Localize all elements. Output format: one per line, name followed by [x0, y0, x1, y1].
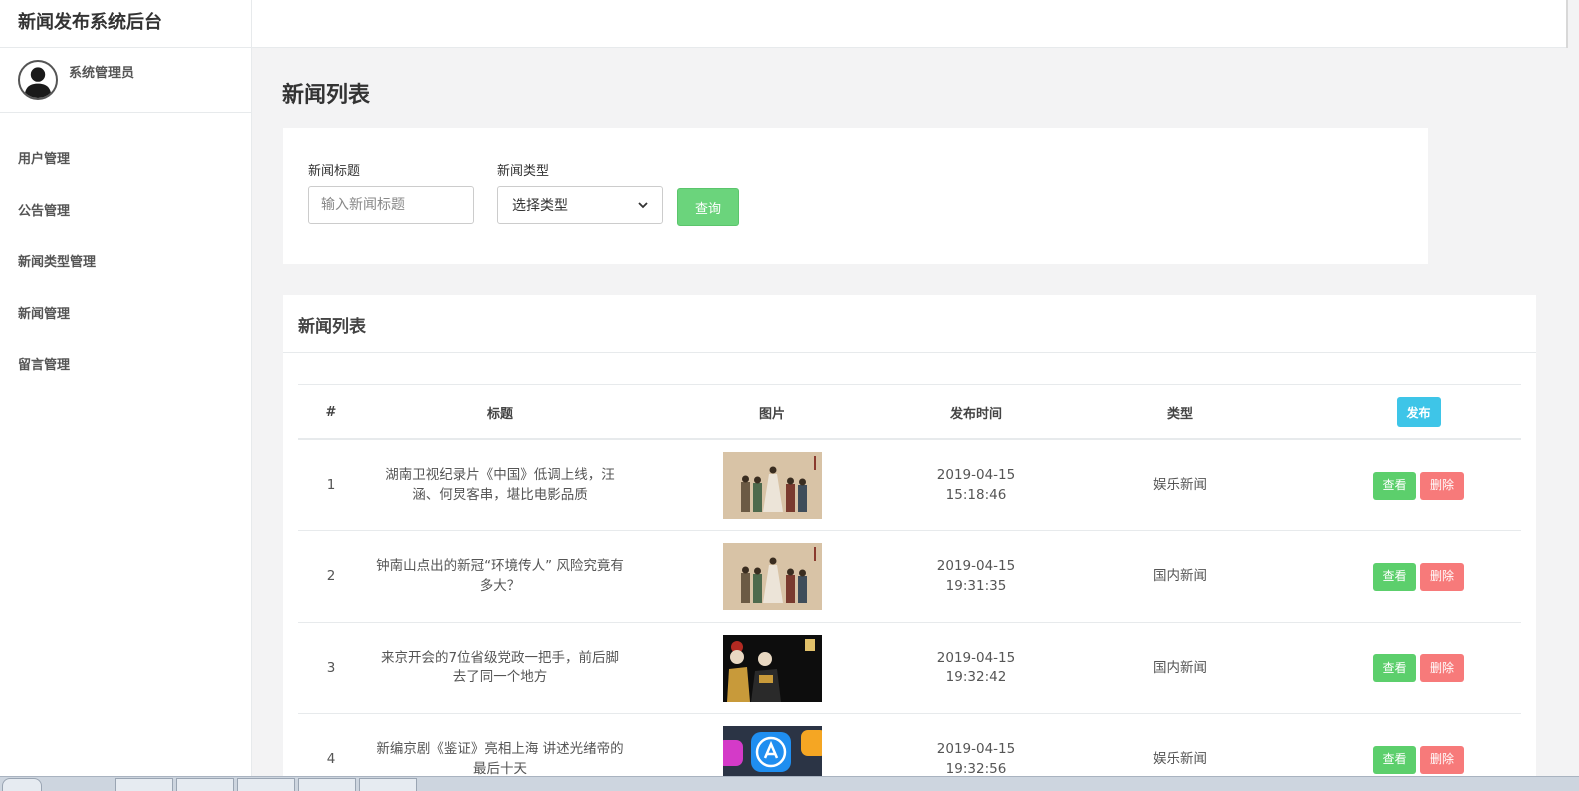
column-header-type: 类型 [1166, 406, 1193, 422]
os-taskbar [0, 776, 1579, 791]
painting-figures-thumbnail [722, 543, 822, 611]
painting-figures-thumbnail [722, 452, 822, 519]
row-time: 2019-04-15 19:31:35 [908, 531, 1044, 622]
row-title-text: 钟南山点出的新冠“环境传人” 风险究竟有多大？ [376, 558, 624, 594]
row-time: 2019-04-15 15:18:46 [908, 440, 1044, 531]
row-clock: 15:18:46 [945, 486, 1007, 503]
column-header-index: # [325, 404, 337, 420]
list-header: 新闻列表 [283, 295, 1536, 353]
news-title-input[interactable] [308, 186, 474, 224]
publish-button[interactable]: 发布 [1396, 397, 1441, 427]
row-actions: 查看 删除 [1316, 623, 1521, 714]
page-title: 新闻列表 [282, 83, 371, 108]
row-time: 2019-04-15 19:32:42 [908, 623, 1044, 714]
news-type-select[interactable]: 选择类型 [497, 186, 663, 224]
view-button[interactable]: 查看 [1373, 745, 1416, 774]
taskbar-app[interactable] [176, 778, 234, 791]
row-title-text: 新编京剧《鉴证》亮相上海 讲述光绪帝的最后十天 [376, 741, 624, 777]
news-title-label: 新闻标题 [308, 164, 361, 179]
sidebar-item-notices[interactable]: 公告管理 [0, 187, 251, 239]
sidebar: 新闻发布系统后台 系统管理员 用户管理 公告管理 新闻类型管理 新闻管理 留言管… [0, 0, 252, 791]
start-button[interactable] [2, 778, 42, 791]
row-date: 2019-04-15 [936, 741, 1016, 758]
view-button[interactable]: 查看 [1373, 471, 1416, 500]
query-button[interactable]: 查询 [677, 188, 739, 226]
avatar-icon[interactable] [18, 60, 58, 100]
row-date: 2019-04-15 [936, 649, 1016, 666]
delete-button[interactable]: 删除 [1420, 654, 1464, 683]
row-date: 2019-04-15 [936, 558, 1016, 575]
column-header-image: 图片 [758, 406, 785, 422]
news-list-panel: 新闻列表 # 标题 图片 发布时间 类型 发布 1 湖南卫视纪录片《中国》低调上… [283, 295, 1536, 791]
sidebar-item-news-types[interactable]: 新闻类型管理 [0, 238, 251, 290]
row-index: 3 [326, 659, 336, 676]
table-header: # 标题 图片 发布时间 类型 发布 [298, 384, 1521, 440]
row-type: 国内新闻 [1153, 659, 1207, 676]
row-actions: 查看 删除 [1316, 440, 1521, 531]
table-row: 1 湖南卫视纪录片《中国》低调上线，汪涵、何炅客串，堪比电影品质 2019-04… [298, 440, 1521, 532]
row-clock: 19:32:42 [945, 669, 1007, 686]
taskbar-app[interactable] [115, 778, 173, 791]
table-row: 3 来京开会的7位省级党政一把手，前后脚去了同一个地方 2019-04-15 19… [298, 623, 1521, 715]
row-clock: 19:31:35 [945, 577, 1007, 594]
news-type-label: 新闻类型 [497, 164, 550, 179]
row-title-text: 湖南卫视纪录片《中国》低调上线，汪涵、何炅客串，堪比电影品质 [385, 466, 615, 503]
delete-button[interactable]: 删除 [1420, 745, 1464, 774]
table-row: 2 钟南山点出的新冠“环境传人” 风险究竟有多大？ 2019-04-15 19:… [298, 531, 1521, 623]
news-table: # 标题 图片 发布时间 类型 发布 1 湖南卫视纪录片《中国》低调上线，汪涵、… [298, 384, 1521, 791]
sidebar-item-news[interactable]: 新闻管理 [0, 290, 251, 342]
sidebar-nav: 用户管理 公告管理 新闻类型管理 新闻管理 留言管理 [0, 113, 251, 393]
row-title: 钟南山点出的新冠“环境传人” 风险究竟有多大？ [364, 531, 636, 622]
view-button[interactable]: 查看 [1373, 562, 1416, 591]
row-index: 1 [326, 476, 336, 493]
top-bar [252, 0, 1566, 48]
row-title: 来京开会的7位省级党政一把手，前后脚去了同一个地方 [364, 623, 636, 714]
delete-button[interactable]: 删除 [1420, 471, 1464, 500]
sidebar-item-users[interactable]: 用户管理 [0, 135, 251, 187]
row-index: 2 [326, 568, 336, 585]
row-date: 2019-04-15 [936, 466, 1016, 483]
taskbar-app[interactable] [237, 778, 295, 791]
delete-button[interactable]: 删除 [1420, 562, 1464, 591]
user-profile: 系统管理员 [0, 48, 251, 113]
row-title: 湖南卫视纪录片《中国》低调上线，汪涵、何炅客串，堪比电影品质 [364, 440, 636, 531]
column-header-time: 发布时间 [949, 406, 1002, 422]
row-title-text: 来京开会的7位省级党政一把手，前后脚去了同一个地方 [380, 649, 620, 686]
row-image [636, 440, 908, 531]
row-image [636, 531, 908, 622]
view-button[interactable]: 查看 [1373, 654, 1416, 683]
row-type: 娱乐新闻 [1153, 476, 1207, 493]
row-image [636, 623, 908, 714]
search-panel: 新闻标题 新闻类型 选择类型 查询 [283, 128, 1428, 264]
chevron-down-icon [638, 197, 648, 213]
taskbar-app[interactable] [359, 778, 417, 791]
taskbar-app[interactable] [298, 778, 356, 791]
sidebar-item-messages[interactable]: 留言管理 [0, 341, 251, 393]
news-type-selected: 选择类型 [512, 198, 568, 214]
app-title: 新闻发布系统后台 [0, 0, 251, 48]
window-edge [1566, 0, 1568, 48]
drama-scene-thumbnail [722, 634, 822, 702]
user-name: 系统管理员 [69, 66, 135, 81]
row-type: 国内新闻 [1153, 568, 1207, 585]
column-header-actions: 发布 [1316, 385, 1521, 439]
column-header-title: 标题 [486, 406, 513, 422]
row-actions: 查看 删除 [1316, 531, 1521, 622]
